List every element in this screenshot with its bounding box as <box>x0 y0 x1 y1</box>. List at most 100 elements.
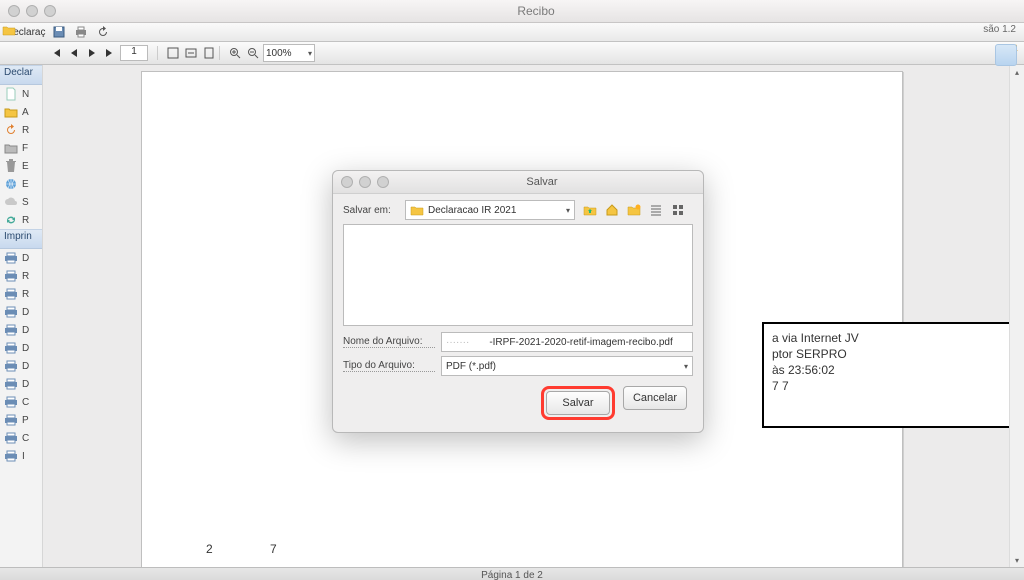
sidebar-item[interactable]: C <box>0 429 42 447</box>
titlebar: Recibo <box>0 0 1024 23</box>
fit-page-icon[interactable] <box>165 45 181 61</box>
sidebar-item-label: E <box>22 179 29 190</box>
sidebar-item[interactable]: N <box>0 85 42 103</box>
sidebar-item-label: F <box>22 143 28 154</box>
sidebar-item-label: N <box>22 89 29 100</box>
close-window-button[interactable] <box>8 5 20 17</box>
sidebar-item-label: A <box>22 107 29 118</box>
window-title: Recibo <box>56 4 1016 18</box>
file-list[interactable] <box>343 224 693 326</box>
sidebar-item[interactable]: S <box>0 193 42 211</box>
zoom-in-icon[interactable] <box>227 45 243 61</box>
right-panel <box>988 40 1024 540</box>
chevron-down-icon: ▾ <box>566 206 570 215</box>
scroll-down-icon[interactable]: ▾ <box>1010 553 1024 567</box>
page-number-input[interactable]: 1 <box>120 45 148 61</box>
new-folder-icon[interactable] <box>625 201 643 219</box>
sidebar-item[interactable]: F <box>0 139 42 157</box>
sidebar-item[interactable]: R <box>0 267 42 285</box>
save-button[interactable]: Salvar <box>546 391 610 415</box>
home-icon[interactable] <box>603 201 621 219</box>
refresh-icon[interactable] <box>95 24 111 40</box>
sidebar-item-label: P <box>22 415 29 426</box>
sidebar-item-label: R <box>22 125 29 136</box>
sidebar-item[interactable]: D <box>0 339 42 357</box>
dialog-close-button[interactable] <box>341 176 353 188</box>
sidebar-item-label: S <box>22 197 29 208</box>
printer-icon <box>4 377 18 391</box>
sidebar-item[interactable]: I <box>0 447 42 465</box>
viewer-toolbar: 1 100%▾ <box>0 42 1024 65</box>
sidebar-item[interactable]: E <box>0 157 42 175</box>
sidebar-item[interactable]: R <box>0 285 42 303</box>
folder-select[interactable]: Declaracao IR 2021 ▾ <box>405 200 575 220</box>
fit-width-icon[interactable] <box>183 45 199 61</box>
printer-icon <box>4 269 18 283</box>
dialog-title: Salvar <box>389 176 695 188</box>
sidebar-item-label: D <box>22 307 29 318</box>
sync-icon <box>4 213 18 227</box>
folder-icon <box>410 204 424 216</box>
next-page-icon[interactable] <box>84 45 100 61</box>
list-view-icon[interactable] <box>647 201 665 219</box>
sidebar-item-label: C <box>22 397 29 408</box>
sidebar-item[interactable]: D <box>0 249 42 267</box>
sidebar-item-label: I <box>22 451 25 462</box>
sidebar-item[interactable]: D <box>0 321 42 339</box>
sidebar-item-label: R <box>22 289 29 300</box>
up-folder-icon[interactable] <box>581 201 599 219</box>
sidebar-item[interactable]: C <box>0 393 42 411</box>
window-controls <box>8 5 56 17</box>
sidebar-item-label: D <box>22 325 29 336</box>
tab-icon[interactable] <box>2 24 22 44</box>
folder-icon <box>4 105 18 119</box>
dialog-minimize-button[interactable] <box>359 176 371 188</box>
doc-icon <box>4 87 18 101</box>
sidebar-item-label: R <box>22 271 29 282</box>
sidebar-item[interactable]: D <box>0 303 42 321</box>
receipt-line-2: ptor SERPRO <box>772 346 1022 362</box>
thumbnail-1[interactable] <box>995 44 1017 66</box>
folder-select-value: Declaracao IR 2021 <box>428 205 516 216</box>
filename-input[interactable]: ·······-IRPF-2021-2020-retif-imagem-reci… <box>441 332 693 352</box>
first-page-icon[interactable] <box>48 45 64 61</box>
zoom-select[interactable]: 100%▾ <box>263 44 315 62</box>
dialog-body: Salvar em: Declaracao IR 2021 ▾ <box>333 194 703 432</box>
trash-icon <box>4 159 18 173</box>
receipt-line-4: 7 7 <box>772 378 1022 394</box>
sidebar-item[interactable]: P <box>0 411 42 429</box>
printer-icon <box>4 413 18 427</box>
print-icon[interactable] <box>73 24 89 40</box>
actual-size-icon[interactable] <box>201 45 217 61</box>
save-icon[interactable] <box>51 24 67 40</box>
chevron-down-icon: ▾ <box>684 362 688 371</box>
sidebar-item-label: D <box>22 343 29 354</box>
printer-icon <box>4 341 18 355</box>
app-window: Recibo Declaraç são 1.2 m 1 100%▾ Declar… <box>0 0 1024 580</box>
receipt-line-1: a via Internet JV <box>772 330 1022 346</box>
sidebar-section-declaracao: Declar <box>0 65 42 85</box>
cancel-button[interactable]: Cancelar <box>623 386 687 410</box>
prev-page-icon[interactable] <box>66 45 82 61</box>
filetype-label: Tipo do Arquivo: <box>343 360 435 372</box>
save-button-highlight: Salvar <box>541 386 615 420</box>
filetype-select[interactable]: PDF (*.pdf) ▾ <box>441 356 693 376</box>
filename-label: Nome do Arquivo: <box>343 336 435 348</box>
cloud-icon <box>4 195 18 209</box>
save-dialog: Salvar Salvar em: Declaracao IR 2021 ▾ <box>332 170 704 433</box>
dialog-zoom-button[interactable] <box>377 176 389 188</box>
printer-icon <box>4 395 18 409</box>
filename-value: -IRPF-2021-2020-retif-imagem-recibo.pdf <box>489 337 672 348</box>
sidebar-item[interactable]: R <box>0 211 42 229</box>
sidebar-item[interactable]: E <box>0 175 42 193</box>
sidebar-item[interactable]: D <box>0 357 42 375</box>
sidebar-item[interactable]: D <box>0 375 42 393</box>
minimize-window-button[interactable] <box>26 5 38 17</box>
printer-icon <box>4 251 18 265</box>
zoom-window-button[interactable] <box>44 5 56 17</box>
sidebar-item[interactable]: A <box>0 103 42 121</box>
last-page-icon[interactable] <box>102 45 118 61</box>
zoom-out-icon[interactable] <box>245 45 261 61</box>
sidebar-item[interactable]: R <box>0 121 42 139</box>
details-view-icon[interactable] <box>669 201 687 219</box>
